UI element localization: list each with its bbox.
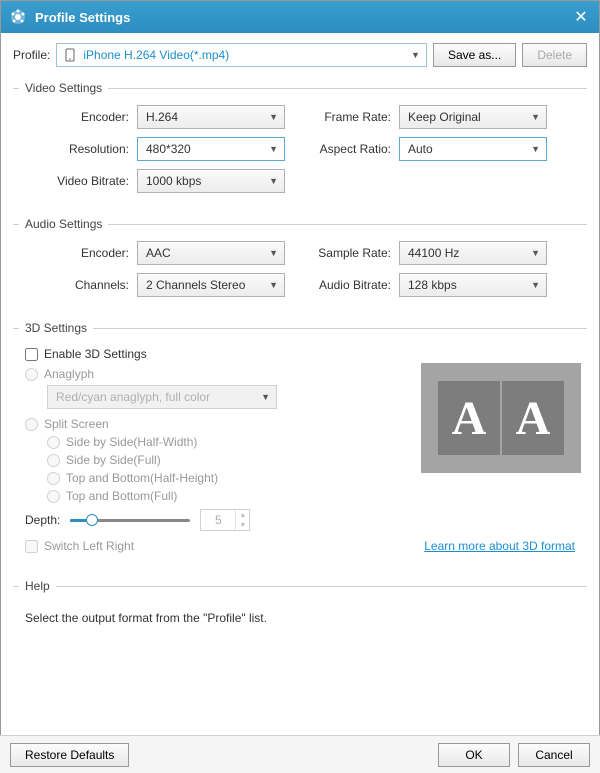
- tb-full-radio: Top and Bottom(Full): [47, 489, 397, 503]
- ok-button[interactable]: OK: [438, 743, 510, 767]
- split-screen-radio-input: [25, 418, 38, 431]
- close-icon[interactable]: ✕: [571, 7, 591, 27]
- anaglyph-radio-input: [25, 368, 38, 381]
- samplerate-select[interactable]: 44100 Hz▼: [399, 241, 547, 265]
- help-group: Help Select the output format from the "…: [13, 579, 587, 639]
- video-encoder-label: Encoder:: [19, 110, 137, 124]
- window-title: Profile Settings: [35, 10, 571, 25]
- depth-spinner: 5 ▲▼: [200, 509, 250, 531]
- video-settings-group: Video Settings Encoder: H.264▼ Frame Rat…: [13, 81, 587, 207]
- video-legend: Video Settings: [19, 81, 108, 95]
- chevron-down-icon: ▼: [531, 248, 540, 258]
- help-legend: Help: [19, 579, 56, 593]
- slider-thumb[interactable]: [86, 514, 98, 526]
- aspect-label: Aspect Ratio:: [299, 142, 399, 156]
- audio-bitrate-select[interactable]: 128 kbps▼: [399, 273, 547, 297]
- preview-right-a: A: [502, 381, 564, 455]
- anaglyph-mode-select: Red/cyan anaglyph, full color ▼: [47, 385, 277, 409]
- chevron-down-icon: ▼: [269, 176, 278, 186]
- channels-select[interactable]: 2 Channels Stereo▼: [137, 273, 285, 297]
- spinner-down-icon: ▼: [235, 520, 249, 530]
- profile-select[interactable]: iPhone H.264 Video(*.mp4) ▼: [56, 43, 427, 67]
- depth-label: Depth:: [25, 513, 60, 527]
- chevron-down-icon: ▼: [261, 392, 270, 402]
- sbs-half-radio: Side by Side(Half-Width): [47, 435, 397, 449]
- audio-legend: Audio Settings: [19, 217, 108, 231]
- anaglyph-radio: Anaglyph: [25, 367, 397, 381]
- audio-encoder-label: Encoder:: [19, 246, 137, 260]
- switch-lr-checkbox: Switch Left Right: [25, 539, 397, 553]
- delete-button: Delete: [522, 43, 587, 67]
- device-icon: [63, 48, 77, 62]
- save-as-button[interactable]: Save as...: [433, 43, 516, 67]
- audio-encoder-select[interactable]: AAC▼: [137, 241, 285, 265]
- audio-bitrate-label: Audio Bitrate:: [299, 278, 399, 292]
- framerate-select[interactable]: Keep Original▼: [399, 105, 547, 129]
- chevron-down-icon: ▼: [269, 280, 278, 290]
- preview-left-a: A: [438, 381, 500, 455]
- depth-slider[interactable]: [70, 512, 190, 528]
- profile-row: Profile: iPhone H.264 Video(*.mp4) ▼ Sav…: [13, 43, 587, 67]
- chevron-down-icon: ▼: [269, 112, 278, 122]
- tb-half-radio: Top and Bottom(Half-Height): [47, 471, 397, 485]
- chevron-down-icon: ▼: [531, 112, 540, 122]
- video-encoder-select[interactable]: H.264▼: [137, 105, 285, 129]
- footer: Restore Defaults OK Cancel: [0, 735, 600, 773]
- enable-3d-checkbox[interactable]: Enable 3D Settings: [25, 347, 397, 361]
- sbs-full-radio: Side by Side(Full): [47, 453, 397, 467]
- cancel-button[interactable]: Cancel: [518, 743, 590, 767]
- chevron-down-icon: ▼: [411, 50, 420, 60]
- restore-defaults-button[interactable]: Restore Defaults: [10, 743, 129, 767]
- help-text: Select the output format from the "Profi…: [25, 611, 575, 625]
- chevron-down-icon: ▼: [531, 280, 540, 290]
- chevron-down-icon: ▼: [269, 144, 278, 154]
- app-icon: [9, 8, 27, 26]
- 3d-legend: 3D Settings: [19, 321, 93, 335]
- 3d-settings-group: 3D Settings Enable 3D Settings Anaglyph …: [13, 321, 587, 569]
- samplerate-label: Sample Rate:: [299, 246, 399, 260]
- video-bitrate-select[interactable]: 1000 kbps▼: [137, 169, 285, 193]
- enable-3d-input[interactable]: [25, 348, 38, 361]
- profile-label: Profile:: [13, 48, 50, 62]
- resolution-select[interactable]: 480*320▼: [137, 137, 285, 161]
- 3d-preview: A A: [421, 363, 581, 473]
- split-screen-radio: Split Screen: [25, 417, 397, 431]
- aspect-select[interactable]: Auto▼: [399, 137, 547, 161]
- titlebar: Profile Settings ✕: [1, 1, 599, 33]
- channels-label: Channels:: [19, 278, 137, 292]
- spinner-up-icon: ▲: [235, 510, 249, 520]
- audio-settings-group: Audio Settings Encoder: AAC▼ Sample Rate…: [13, 217, 587, 311]
- resolution-label: Resolution:: [19, 142, 137, 156]
- profile-value: iPhone H.264 Video(*.mp4): [83, 48, 420, 62]
- framerate-label: Frame Rate:: [299, 110, 399, 124]
- video-bitrate-label: Video Bitrate:: [19, 174, 137, 188]
- chevron-down-icon: ▼: [531, 144, 540, 154]
- chevron-down-icon: ▼: [269, 248, 278, 258]
